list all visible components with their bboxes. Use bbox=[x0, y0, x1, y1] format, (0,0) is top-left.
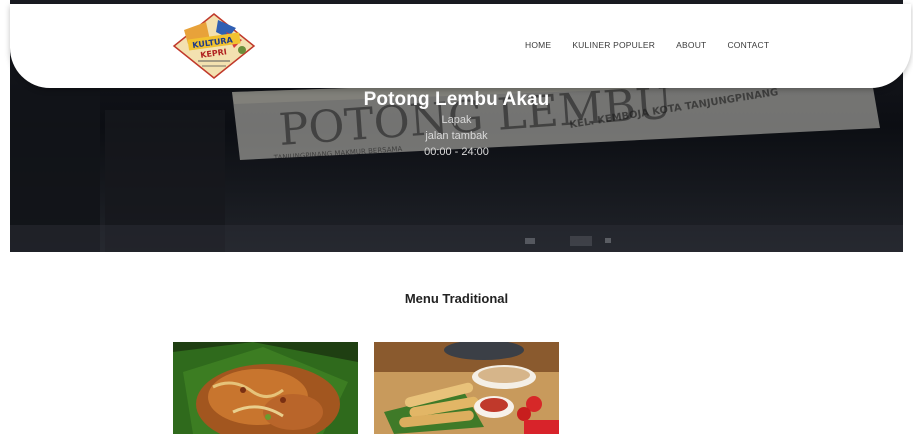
menu-section-title: Menu Traditional bbox=[404, 291, 509, 306]
nav-contact[interactable]: CONTACT bbox=[727, 40, 769, 50]
main-nav: HOME KULINER POPULER ABOUT CONTACT bbox=[525, 40, 790, 50]
navbar: KULTURA KEPRI HOME KULINER POPULER ABOUT… bbox=[10, 4, 911, 88]
nav-home[interactable]: HOME bbox=[525, 40, 551, 50]
restaurant-address: jalan tambak bbox=[425, 130, 488, 142]
menu-card-1[interactable] bbox=[173, 342, 358, 434]
hero-text: Potong Lembu Akau Lapak jalan tambak 00:… bbox=[10, 88, 903, 160]
menu-image-1 bbox=[173, 342, 358, 434]
page: POTONG LEMBU KEL. KEMBOJA KOTA TANJUNGPI… bbox=[0, 0, 913, 434]
restaurant-title: Potong Lembu Akau bbox=[363, 89, 550, 110]
menu-image-2 bbox=[374, 342, 559, 434]
menu-card-2[interactable] bbox=[374, 342, 559, 434]
nav-kuliner-populer[interactable]: KULINER POPULER bbox=[572, 40, 655, 50]
site-logo[interactable]: KULTURA KEPRI bbox=[170, 10, 258, 82]
restaurant-type: Lapak bbox=[441, 114, 472, 126]
restaurant-hours: 00:00 - 24:00 bbox=[424, 146, 489, 158]
nav-about[interactable]: ABOUT bbox=[676, 40, 706, 50]
